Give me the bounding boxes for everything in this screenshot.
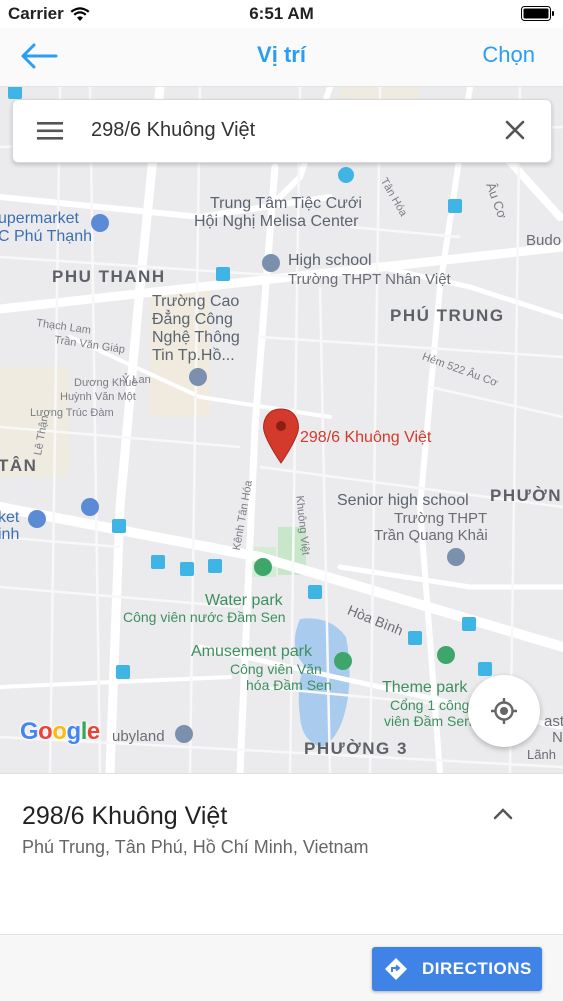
map-label-ubyland: ubyland	[112, 728, 165, 745]
footer-bar: DIRECTIONS	[0, 934, 563, 1001]
map-label-senior-high: Senior high school	[337, 492, 469, 509]
map-view[interactable]: upermarket C Phú Thạnh Trung Tâm Tiệc Cư…	[0, 87, 563, 773]
navigation-bar: Vị trí Chọn	[0, 28, 563, 87]
place-name: 298/6 Khuông Việt	[22, 802, 228, 830]
page-title: Vị trí	[257, 42, 306, 67]
map-label-thpt: Trường THPT	[394, 510, 488, 527]
map-label-phu-thanh-market: C Phú Thạnh	[0, 228, 92, 245]
select-button[interactable]: Chọn	[482, 42, 535, 68]
my-location-button[interactable]	[468, 675, 540, 747]
map-label-inh-edge: inh	[0, 526, 20, 543]
map-label-cao-dang-1: Trường Cao	[152, 293, 240, 310]
google-logo-g: G	[20, 718, 39, 745]
crosshair-icon	[491, 698, 517, 724]
map-label-cao-dang-2: Đẳng Công	[152, 311, 233, 328]
map-label-cv-van-1: Công viên Văn	[230, 661, 322, 677]
map-label-cao-dang-3: Nghệ Thông	[152, 329, 240, 346]
google-logo-g2: g	[66, 718, 82, 745]
battery-icon	[521, 6, 554, 21]
directions-icon	[385, 958, 407, 980]
status-bar: Carrier 6:51 AM	[0, 0, 563, 28]
map-label-market-edge: ket	[0, 509, 20, 526]
google-logo-e: e	[86, 718, 100, 745]
place-details-sheet[interactable]: 298/6 Khuông Việt Phú Trung, Tân Phú, Hồ…	[0, 773, 563, 935]
close-icon[interactable]	[503, 118, 527, 142]
map-label-nhan-viet: Trường THPT Nhân Việt	[288, 271, 451, 288]
map-label-n-edge: N	[552, 729, 563, 746]
place-address: Phú Trung, Tân Phú, Hồ Chí Minh, Vietnam	[22, 837, 369, 857]
map-label-amusement-park: Amusement park	[191, 643, 312, 660]
google-logo-o1: o	[38, 718, 53, 745]
map-label-melisa-1: Trung Tâm Tiệc Cưới	[210, 195, 362, 212]
map-label-budo: Budo	[526, 232, 562, 249]
google-logo: Google	[20, 718, 100, 746]
map-label-theme-park: Theme park	[382, 679, 468, 696]
map-label-asti-edge: asti	[544, 713, 563, 730]
map-label-cong-1: Cổng 1 công	[390, 697, 470, 713]
map-label-cong-2: viên Đầm Sen	[384, 713, 472, 729]
google-logo-o2: o	[52, 718, 67, 745]
search-bar	[12, 99, 552, 163]
clock: 6:51 AM	[249, 4, 314, 23]
chevron-up-icon[interactable]	[492, 806, 514, 822]
map-label-huynh-van-mot: Huỳnh Văn Một	[60, 391, 136, 403]
map-label-phu-trung: PHÚ TRUNG	[390, 306, 505, 325]
menu-icon[interactable]	[37, 120, 63, 142]
search-input[interactable]	[89, 118, 493, 143]
directions-button[interactable]: DIRECTIONS	[372, 947, 542, 991]
map-label-dam-sen-water: Công viên nước Đầm Sen	[123, 609, 286, 625]
directions-label: DIRECTIONS	[422, 959, 532, 978]
map-label-cao-dang-4: Tin Tp.Hồ...	[152, 347, 235, 364]
map-label-phu-thanh: PHU THANH	[52, 267, 166, 286]
map-label-water-park: Water park	[205, 592, 283, 609]
map-label-supermarket: upermarket	[0, 210, 79, 227]
map-label-cv-van-2: hóa Đầm Sen	[246, 677, 332, 693]
map-label-tran-quang-khai: Trần Quang Khải	[374, 527, 488, 544]
map-label-phuong-3: PHƯỜNG 3	[304, 739, 408, 758]
map-label-pin: 298/6 Khuông Việt	[300, 429, 432, 446]
map-label-tan: TÂN	[0, 456, 38, 475]
map-label-high-school: High school	[288, 252, 372, 269]
map-label-melisa-2: Hội Nghị Melisa Center	[194, 213, 359, 230]
map-label-lanh-edge: Lãnh	[527, 747, 556, 762]
map-label-phuong-edge: PHƯỜN	[490, 486, 562, 505]
